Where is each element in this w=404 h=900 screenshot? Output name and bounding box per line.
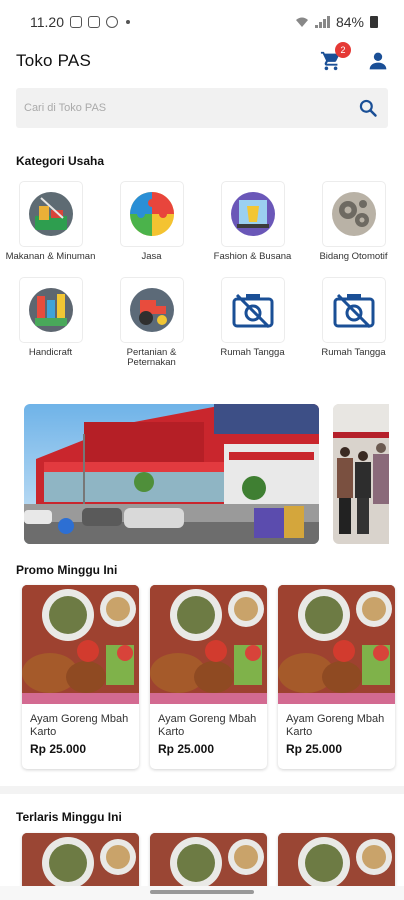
whatsapp-icon xyxy=(106,16,118,28)
best-seller-products xyxy=(22,833,395,893)
cart-count-badge: 2 xyxy=(335,42,351,58)
category-rumah-tangga-2[interactable]: Rumah Tangga xyxy=(303,278,404,368)
gears-icon xyxy=(331,192,376,236)
alarm-icon xyxy=(278,17,289,28)
no-image-icon xyxy=(232,293,273,328)
cart-button[interactable]: 2 xyxy=(320,42,351,72)
product-image xyxy=(150,833,267,893)
no-image-icon xyxy=(333,293,374,328)
category-icon-box xyxy=(19,182,82,246)
category-makanan-minuman[interactable]: Makanan & Minuman xyxy=(0,182,101,262)
product-name: Ayam Goreng Mbah Karto xyxy=(158,713,257,738)
status-right: 84% xyxy=(278,14,378,30)
puzzle-icon xyxy=(129,192,174,236)
category-label: Fashion & Busana xyxy=(213,251,292,262)
promo-title: Promo Minggu Ini xyxy=(16,563,118,577)
instagram-icon xyxy=(70,16,82,28)
category-label: Makanan & Minuman xyxy=(5,251,96,262)
category-label: Handicraft xyxy=(28,347,73,358)
product-card[interactable] xyxy=(278,833,395,893)
category-label: Jasa xyxy=(141,251,162,262)
status-time: 11.20 xyxy=(30,14,64,30)
product-price: Rp 25.000 xyxy=(286,742,343,756)
product-card[interactable] xyxy=(150,833,267,893)
product-image xyxy=(278,833,395,893)
category-icon-box xyxy=(322,278,385,342)
product-image xyxy=(150,585,267,704)
more-dot-icon xyxy=(126,20,130,24)
app-bar: Toko PAS 2 xyxy=(0,42,404,78)
search-input[interactable] xyxy=(24,102,324,114)
category-handicraft[interactable]: Handicraft xyxy=(0,278,101,368)
battery-icon xyxy=(370,16,378,28)
product-name: Ayam Goreng Mbah Karto xyxy=(30,713,129,738)
account-icon[interactable] xyxy=(368,51,388,71)
best-sellers-title: Terlaris Minggu Ini xyxy=(16,810,122,824)
category-icon-box xyxy=(322,182,385,246)
search-bar xyxy=(16,88,388,128)
category-rumah-tangga[interactable]: Rumah Tangga xyxy=(202,278,303,368)
product-price: Rp 25.000 xyxy=(30,742,87,756)
craft-icon xyxy=(28,288,73,332)
status-bar: 11.20 84% xyxy=(0,0,404,44)
product-image xyxy=(22,585,139,704)
wifi-icon xyxy=(295,17,308,27)
app-bar-actions: 2 xyxy=(320,42,388,72)
category-bidang-otomotif[interactable]: Bidang Otomotif xyxy=(303,182,404,262)
fashion-icon xyxy=(230,192,275,236)
product-card[interactable] xyxy=(22,833,139,893)
category-icon-box xyxy=(120,278,183,342)
category-label: Bidang Otomotif xyxy=(319,251,388,262)
product-card[interactable]: Ayam Goreng Mbah Karto Rp 25.000 xyxy=(22,585,139,769)
category-icon-box xyxy=(221,278,284,342)
banner-carousel[interactable] xyxy=(24,404,389,544)
promo-products: Ayam Goreng Mbah Karto Rp 25.000 Ayam Go… xyxy=(22,585,395,769)
banner-building-image[interactable] xyxy=(24,404,319,544)
category-pertanian-peternakan[interactable]: Pertanian & Peternakan xyxy=(101,278,202,368)
product-name: Ayam Goreng Mbah Karto xyxy=(286,713,385,738)
product-card[interactable]: Ayam Goreng Mbah Karto Rp 25.000 xyxy=(278,585,395,769)
category-icon-box xyxy=(120,182,183,246)
product-price: Rp 25.000 xyxy=(158,742,215,756)
product-image xyxy=(278,585,395,704)
section-divider xyxy=(0,786,404,794)
search-icon[interactable] xyxy=(358,98,378,118)
home-gesture-pill[interactable] xyxy=(150,890,254,894)
product-card[interactable]: Ayam Goreng Mbah Karto Rp 25.000 xyxy=(150,585,267,769)
food-icon xyxy=(28,192,73,236)
category-icon-box xyxy=(221,182,284,246)
category-label: Pertanian & Peternakan xyxy=(126,347,177,368)
app-title: Toko PAS xyxy=(16,51,91,70)
banner-people-image[interactable] xyxy=(333,404,389,544)
signal-icon xyxy=(314,16,330,28)
categories-title: Kategori Usaha xyxy=(16,154,105,168)
category-icon-box xyxy=(19,278,82,342)
product-image xyxy=(22,833,139,893)
notification-icon xyxy=(88,16,100,28)
battery-text: 84% xyxy=(335,14,364,30)
category-grid: Makanan & Minuman Jasa Fashion & Busana … xyxy=(0,182,404,368)
category-label: Rumah Tangga xyxy=(321,347,386,358)
category-fashion-busana[interactable]: Fashion & Busana xyxy=(202,182,303,262)
tractor-icon xyxy=(129,288,174,332)
status-left: 11.20 xyxy=(30,14,130,30)
category-label: Rumah Tangga xyxy=(220,347,285,358)
category-jasa[interactable]: Jasa xyxy=(101,182,202,262)
